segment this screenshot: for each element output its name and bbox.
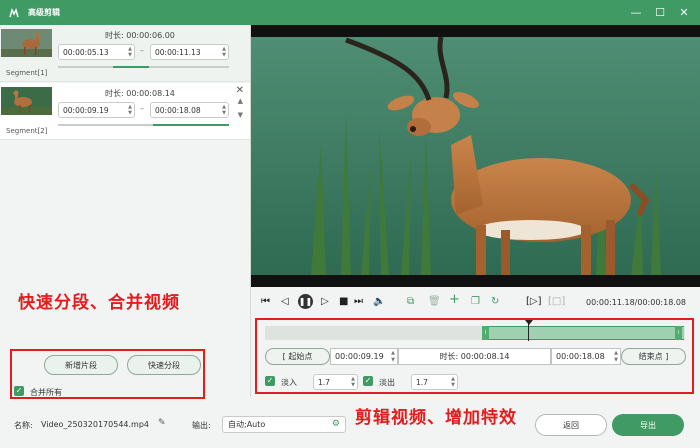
spinner-icon[interactable]: ▲ ▼ bbox=[614, 350, 618, 364]
maximize-button[interactable]: ☐ bbox=[648, 6, 672, 19]
output-value: 自动;Auto bbox=[228, 420, 266, 429]
timeline-start-handle[interactable]: ⁞ bbox=[482, 326, 489, 340]
copy-icon[interactable]: ❐ bbox=[471, 296, 480, 308]
collapse-chevron-icon[interactable]: ▲ bbox=[238, 97, 243, 105]
fade-out-input[interactable]: 1.7 ▲ ▼ bbox=[411, 374, 458, 390]
fade-in-checkbox[interactable]: ✓ bbox=[265, 376, 275, 386]
fade-in-input[interactable]: 1.7 ▲ ▼ bbox=[313, 374, 358, 390]
video-frame-image bbox=[251, 25, 700, 287]
segment-start-value: 00:00:09.19 bbox=[63, 105, 109, 115]
split-icon[interactable]: ⧉ bbox=[407, 296, 414, 308]
segment-end-time[interactable]: 00:00:18.08 ▲ ▼ bbox=[150, 102, 229, 118]
fade-in-value: 1.7 bbox=[318, 377, 330, 387]
output-label: 输出: bbox=[192, 421, 211, 430]
title-bar: 高级剪辑 — ☐ ✕ bbox=[0, 0, 700, 25]
clip-duration: 时长: 00:00:08.14 bbox=[398, 348, 551, 365]
spinner-icon[interactable]: ▲ ▼ bbox=[222, 46, 226, 58]
reset-icon[interactable]: ↻ bbox=[491, 296, 499, 308]
segment-duration: 时长: 00:00:08.14 bbox=[105, 89, 175, 98]
add-segment-button[interactable]: 新增片段 bbox=[44, 355, 118, 375]
segment-range-bar bbox=[58, 66, 229, 68]
segment-end-time[interactable]: 00:00:11.13 ▲ ▼ bbox=[150, 44, 229, 60]
fade-out-label: 淡出 bbox=[379, 378, 395, 387]
start-time-value: 00:00:09.19 bbox=[335, 352, 384, 361]
skip-start-icon[interactable]: ⏮ bbox=[261, 296, 270, 308]
segment-range-bar bbox=[58, 124, 229, 126]
segment-duration: 时长: 00:00:06.00 bbox=[105, 31, 175, 40]
app-logo-icon bbox=[9, 7, 19, 17]
clip-duration-value: 时长: 00:00:08.14 bbox=[439, 352, 510, 361]
file-name: Video_250320170544.mp4 bbox=[41, 420, 149, 429]
crop-icon[interactable]: [▷] bbox=[526, 296, 542, 308]
window-title: 高级剪辑 bbox=[28, 8, 60, 17]
fade-out-value: 1.7 bbox=[416, 377, 428, 387]
merge-all-checkbox[interactable]: ✓ bbox=[14, 386, 24, 396]
segment-start-time[interactable]: 00:00:05.13 ▲ ▼ bbox=[58, 44, 135, 60]
add-icon[interactable]: + bbox=[449, 293, 460, 306]
fade-in-label: 淡入 bbox=[281, 378, 297, 387]
expand-chevron-icon[interactable]: ▼ bbox=[238, 111, 243, 119]
set-start-button[interactable]: [ 起始点 bbox=[265, 348, 330, 365]
prev-frame-icon[interactable]: ◁ bbox=[281, 296, 289, 308]
end-time-value: 00:00:18.08 bbox=[556, 352, 605, 361]
volume-icon[interactable]: 🔈 bbox=[373, 296, 385, 308]
segment-item-1[interactable]: Segment[1] 时长: 00:00:06.00 00:00:05.13 ▲… bbox=[0, 25, 250, 82]
segment-label: Segment[2] bbox=[6, 127, 48, 135]
spinner-icon[interactable]: ▲ ▼ bbox=[451, 376, 455, 388]
spinner-icon[interactable]: ▲ ▼ bbox=[391, 350, 395, 364]
playhead-line bbox=[528, 321, 529, 341]
end-time-field[interactable]: 00:00:18.08 ▲ ▼ bbox=[551, 348, 621, 365]
name-label: 名称: bbox=[14, 421, 33, 430]
segment-item-2[interactable]: Segment[2] 时长: 00:00:08.14 ✕ ▲ ▼ 00:00:0… bbox=[0, 83, 250, 140]
delete-icon[interactable]: 🗑 bbox=[428, 296, 441, 308]
export-button[interactable]: 导出 bbox=[612, 414, 684, 436]
spinner-icon[interactable]: ▲ ▼ bbox=[222, 104, 226, 116]
spinner-icon[interactable]: ▲ ▼ bbox=[351, 376, 355, 388]
quick-split-button[interactable]: 快速分段 bbox=[127, 355, 201, 375]
start-time-field[interactable]: 00:00:09.19 ▲ ▼ bbox=[330, 348, 398, 365]
next-frame-icon[interactable]: ▷ bbox=[321, 296, 329, 308]
playhead-marker-icon[interactable] bbox=[525, 320, 533, 325]
set-end-button[interactable]: 结束点 ] bbox=[621, 348, 686, 365]
edit-name-icon[interactable]: ✎ bbox=[158, 418, 166, 428]
segment-end-value: 00:00:18.08 bbox=[155, 105, 201, 115]
merge-all-label: 合并所有 bbox=[30, 388, 62, 397]
spinner-icon[interactable]: ▲ ▼ bbox=[128, 46, 132, 58]
player-controls: ⏮ ◁ ❚❚ ▷ ■ ⏭ 🔈 ⧉ 🗑 + ❐ ↻ [▷] [□] 00:00:1… bbox=[251, 287, 700, 317]
timeline-end-handle[interactable]: ⁞ bbox=[675, 326, 682, 340]
skip-end-icon[interactable]: ⏭ bbox=[354, 296, 363, 308]
annotation-right: 剪辑视频、增加特效 bbox=[355, 408, 517, 428]
segment-start-time[interactable]: 00:00:09.19 ▲ ▼ bbox=[58, 102, 135, 118]
segment-label: Segment[1] bbox=[6, 69, 48, 77]
gear-icon[interactable]: ⚙ bbox=[332, 419, 340, 429]
segment-thumbnail bbox=[1, 29, 52, 57]
back-button[interactable]: 返回 bbox=[535, 414, 607, 436]
output-select[interactable]: 自动;Auto ⚙ bbox=[222, 416, 346, 433]
minimize-button[interactable]: — bbox=[624, 6, 648, 19]
range-dash: – bbox=[140, 46, 144, 55]
pause-icon[interactable]: ❚❚ bbox=[298, 294, 313, 309]
snapshot-icon[interactable]: [□] bbox=[548, 296, 565, 308]
segment-panel: Segment[1] 时长: 00:00:06.00 00:00:05.13 ▲… bbox=[0, 25, 250, 397]
timeline-selection[interactable] bbox=[485, 326, 684, 340]
range-dash: – bbox=[140, 104, 144, 113]
stop-icon[interactable]: ■ bbox=[339, 296, 348, 308]
close-button[interactable]: ✕ bbox=[672, 6, 696, 19]
segment-end-value: 00:00:11.13 bbox=[155, 47, 201, 57]
playback-time: 00:00:11.18/00:00:18.08 bbox=[586, 298, 686, 307]
segment-thumbnail bbox=[1, 87, 52, 115]
segment-start-value: 00:00:05.13 bbox=[63, 47, 109, 57]
fade-out-checkbox[interactable]: ✓ bbox=[363, 376, 373, 386]
spinner-icon[interactable]: ▲ ▼ bbox=[128, 104, 132, 116]
remove-segment-icon[interactable]: ✕ bbox=[236, 85, 244, 96]
annotation-left: 快速分段、合并视频 bbox=[18, 293, 180, 313]
video-preview[interactable] bbox=[251, 25, 700, 287]
